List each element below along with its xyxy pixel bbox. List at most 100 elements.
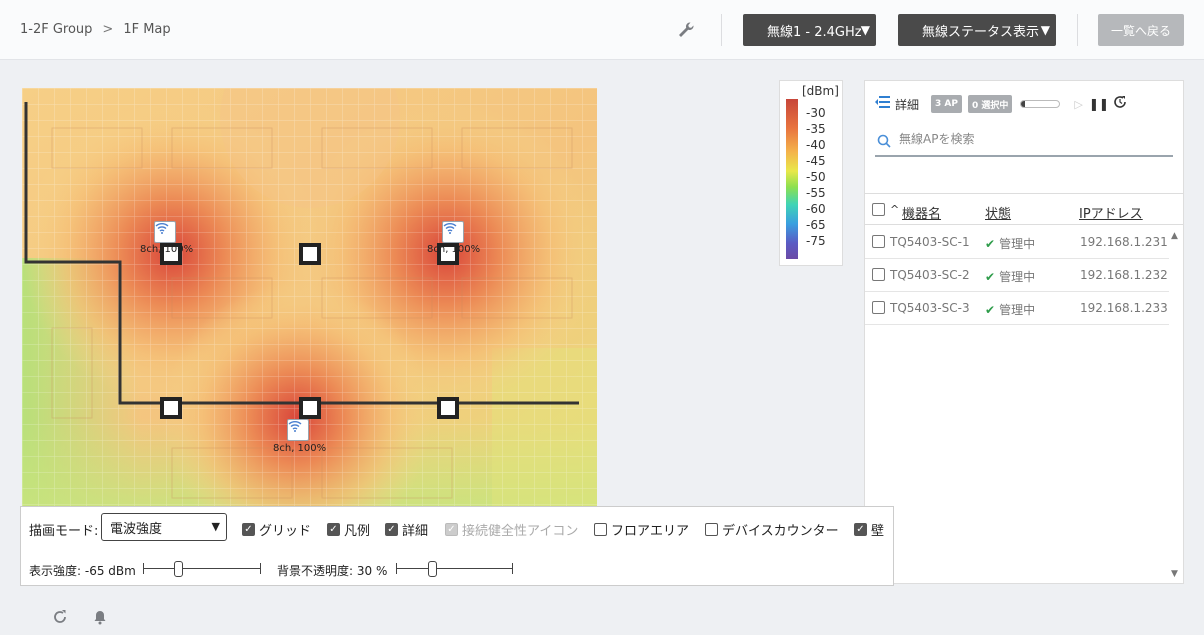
slider-track xyxy=(143,568,261,569)
selected-count-badge: 0 選択中 xyxy=(967,95,1013,113)
progress-fill xyxy=(1021,101,1026,107)
column-status[interactable]: 状態 xyxy=(985,203,1011,222)
row-checkbox[interactable] xyxy=(872,301,885,314)
floor-heatmap[interactable]: 8ch, 100% 8ch, 100% 8ch, 100% xyxy=(22,88,597,520)
refresh-icon[interactable] xyxy=(1113,95,1127,113)
row-status: 管理中 xyxy=(999,270,1036,284)
opacity-slider[interactable] xyxy=(396,561,513,577)
grid-toggle[interactable]: ✓ グリッド xyxy=(242,520,311,539)
access-point-2-label: 8ch, 100% xyxy=(427,244,481,255)
column-device-name[interactable]: 機器名 xyxy=(902,203,941,222)
status-select-value: 無線ステータス表示 xyxy=(922,24,1040,40)
back-to-list-button[interactable]: 一覧へ戻る xyxy=(1098,14,1184,46)
chevron-down-icon: ▼ xyxy=(860,23,870,37)
draw-mode-value: 電波強度 xyxy=(110,521,163,537)
list-collapse-icon[interactable] xyxy=(875,95,891,113)
scroll-up-icon[interactable]: ▲ xyxy=(1171,231,1178,241)
slider-tick xyxy=(512,563,513,574)
breadcrumb-separator: > xyxy=(102,22,114,37)
floor-area-label: フロアエリア xyxy=(611,524,690,539)
slider-track xyxy=(396,568,513,569)
row-ip: 192.168.1.232 xyxy=(1080,268,1168,282)
wifi-icon xyxy=(443,223,457,234)
access-point-1[interactable] xyxy=(154,221,176,243)
floor-area-toggle[interactable]: フロアエリア xyxy=(594,520,689,539)
wall-checkbox[interactable]: ✓ xyxy=(854,523,867,536)
grid-label: グリッド xyxy=(259,524,312,539)
heatmap-canvas xyxy=(22,88,597,520)
device-counter-toggle[interactable]: デバイスカウンター xyxy=(705,520,839,539)
progress-bar xyxy=(1020,100,1061,108)
opacity-slider-handle[interactable] xyxy=(428,561,438,577)
wall-toggle[interactable]: ✓ 壁 xyxy=(854,520,884,539)
ap-count-badge: 3 AP xyxy=(931,95,962,113)
reload-icon[interactable] xyxy=(52,609,68,629)
wrench-icon[interactable] xyxy=(676,20,696,40)
legend-ticks: -30 -35 -40 -45 -50 -55 -60 -65 -75 xyxy=(806,105,826,249)
grid-checkbox[interactable]: ✓ xyxy=(242,523,255,536)
status-display-select[interactable]: 無線ステータス表示 ▼ xyxy=(898,14,1056,46)
health-icon-label: 接続健全性アイコン xyxy=(462,524,579,539)
row-device-name: TQ5403-SC-3 xyxy=(890,301,970,315)
legend-toggle-label: 凡例 xyxy=(344,524,371,539)
strength-slider[interactable] xyxy=(143,561,261,577)
check-icon: ✔ xyxy=(985,270,996,284)
breadcrumb: 1-2F Group > 1F Map xyxy=(20,22,171,37)
header-divider xyxy=(1077,14,1078,46)
detail-checkbox[interactable]: ✓ xyxy=(385,523,398,536)
legend-toggle[interactable]: ✓ 凡例 xyxy=(327,520,370,539)
chevron-down-icon: ▼ xyxy=(211,520,220,533)
access-point-3-label: 8ch, 100% xyxy=(273,443,327,454)
health-icon-toggle: ✓ 接続健全性アイコン xyxy=(445,520,578,539)
scroll-down-icon[interactable]: ▼ xyxy=(1171,569,1178,579)
table-row[interactable]: TQ5403-SC-1 ✔ 管理中 192.168.1.231 xyxy=(865,226,1169,259)
ap-table-header: ^ 機器名 状態 IPアドレス xyxy=(865,193,1183,225)
legend-checkbox[interactable]: ✓ xyxy=(327,523,340,536)
row-device-name: TQ5403-SC-1 xyxy=(890,235,970,249)
row-checkbox[interactable] xyxy=(872,268,885,281)
breadcrumb-group[interactable]: 1-2F Group xyxy=(20,22,92,37)
legend-tick: -45 xyxy=(806,154,826,168)
select-all-checkbox[interactable] xyxy=(872,203,885,216)
table-row[interactable]: TQ5403-SC-2 ✔ 管理中 192.168.1.232 xyxy=(865,259,1169,292)
row-device-name: TQ5403-SC-2 xyxy=(890,268,970,282)
legend-tick: -30 xyxy=(806,106,826,120)
opacity-label: 背景不透明度: 30 % xyxy=(277,564,388,578)
panel-toolbar: 詳細 3 AP 0 選択中 ▷ ❚❚ xyxy=(875,95,1127,113)
strength-slider-handle[interactable] xyxy=(174,561,184,577)
device-counter-checkbox[interactable] xyxy=(705,523,718,536)
access-point-2[interactable] xyxy=(442,221,464,243)
legend-tick: -55 xyxy=(806,186,826,200)
table-row[interactable]: TQ5403-SC-3 ✔ 管理中 192.168.1.233 xyxy=(865,292,1169,325)
row-status: 管理中 xyxy=(999,237,1036,251)
slider-tick xyxy=(143,563,144,574)
chevron-down-icon: ▼ xyxy=(1040,23,1050,37)
row-checkbox[interactable] xyxy=(872,235,885,248)
legend-color-bar xyxy=(786,99,798,259)
row-ip: 192.168.1.233 xyxy=(1080,301,1168,315)
signal-legend: [dBm] -30 -35 -40 -45 -50 -55 -60 -65 -7… xyxy=(779,80,843,266)
legend-unit: [dBm] xyxy=(802,84,839,98)
footer-toolbar xyxy=(52,609,108,629)
detail-toggle[interactable]: ✓ 詳細 xyxy=(385,520,428,539)
legend-tick: -65 xyxy=(806,218,826,232)
slider-tick xyxy=(260,563,261,574)
sort-indicator: ^ xyxy=(890,203,900,216)
floor-area-checkbox[interactable] xyxy=(594,523,607,536)
draw-mode-label: 描画モード: xyxy=(29,524,99,539)
draw-mode-select[interactable]: 電波強度 ▼ xyxy=(101,513,227,541)
ap-detail-panel: 詳細 3 AP 0 選択中 ▷ ❚❚ ^ 機器名 状態 IPアドレス TQ540… xyxy=(864,80,1184,584)
ap-search-input[interactable] xyxy=(899,132,1159,146)
ap-search-box[interactable] xyxy=(875,127,1173,157)
bell-icon[interactable] xyxy=(92,609,108,629)
access-point-3[interactable] xyxy=(287,419,309,441)
band-select[interactable]: 無線1 - 2.4GHz ▼ xyxy=(743,14,876,46)
wifi-icon xyxy=(155,223,169,234)
strength-label: 表示強度: -65 dBm xyxy=(29,564,136,578)
legend-tick: -75 xyxy=(806,234,826,248)
access-point-1-label: 8ch, 100% xyxy=(140,244,194,255)
play-icon[interactable]: ▷ xyxy=(1074,98,1082,111)
column-ip[interactable]: IPアドレス xyxy=(1079,203,1143,222)
header-divider xyxy=(721,14,722,46)
pause-icon[interactable]: ❚❚ xyxy=(1089,97,1109,111)
